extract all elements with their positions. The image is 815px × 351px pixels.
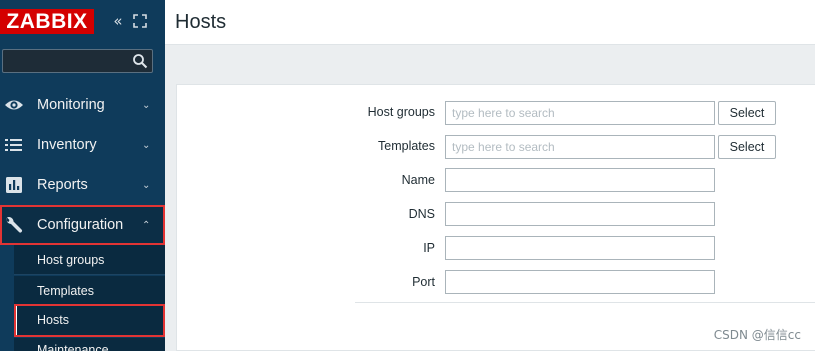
host-groups-select-button[interactable]: Select [718,101,776,125]
submenu-templates[interactable]: Templates [14,276,165,306]
ip-input[interactable] [445,236,715,260]
sidebar-search [2,49,153,73]
chevron-down-icon: ⌄ [142,99,151,111]
submenu-maintenance[interactable]: Maintenance [14,338,165,351]
chevron-down-icon: ⌄ [142,179,151,191]
name-label: Name [401,173,435,187]
dns-label: DNS [408,207,435,221]
submenu-hosts[interactable]: Hosts [14,304,165,337]
name-input[interactable] [445,168,715,192]
chevron-down-icon: ⌄ [142,139,151,151]
menu-reports[interactable]: Reports ⌄ [0,165,165,205]
zabbix-logo[interactable]: ZABBIX [0,9,94,34]
port-input[interactable] [445,270,715,294]
menu-label: Inventory [37,137,97,153]
port-label: Port [412,275,435,289]
filter-divider [355,302,815,303]
sidebar: ZABBIX « Monitoring ⌄ Inventory ⌄ Report… [0,0,165,351]
host-groups-input[interactable] [445,101,715,125]
submenu-host-groups[interactable]: Host groups [14,245,165,275]
search-input[interactable] [3,50,123,72]
collapse-sidebar-button[interactable]: « [109,12,127,30]
bar-chart-icon [6,177,22,193]
templates-input[interactable] [445,135,715,159]
watermark: CSDN @信信cc [713,328,801,342]
page-header: Hosts [165,0,815,45]
host-groups-label: Host groups [367,105,435,119]
kiosk-mode-icon[interactable] [132,13,148,29]
menu-inventory[interactable]: Inventory ⌄ [0,125,165,165]
ip-label: IP [423,241,435,255]
menu-monitoring[interactable]: Monitoring ⌄ [0,85,165,125]
eye-icon [5,100,23,110]
dns-input[interactable] [445,202,715,226]
search-icon[interactable] [132,53,148,69]
filter-panel: Host groups Select Templates Select Name… [176,84,815,351]
menu-label: Configuration [37,217,124,233]
page-title: Hosts [175,11,227,33]
templates-select-button[interactable]: Select [718,135,776,159]
menu-label: Monitoring [37,97,105,113]
templates-label: Templates [378,139,435,153]
wrench-icon [6,217,23,233]
chevron-up-icon: ⌃ [142,219,151,231]
menu-configuration[interactable]: Configuration ⌃ [0,205,165,245]
menu-label: Reports [37,177,88,193]
list-icon [5,139,22,151]
